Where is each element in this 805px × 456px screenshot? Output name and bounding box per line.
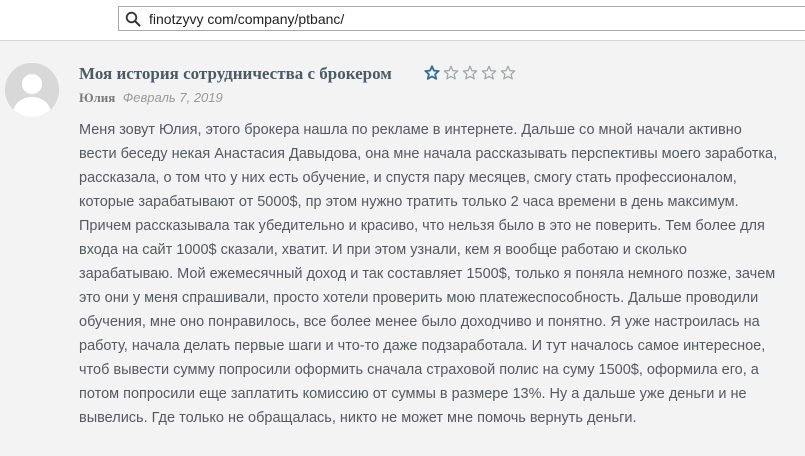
review-body-line: Меня зовут Юлия, этого брокера нашла по … <box>79 122 742 138</box>
review-meta: Юлия Февраль 7, 2019 <box>79 90 223 106</box>
review-body: Меня зовут Юлия, этого брокера нашла по … <box>79 118 797 430</box>
review-author: Юлия <box>79 90 116 105</box>
review-body-line: это они у меня спрашивали, просто хотели… <box>79 290 759 306</box>
search-icon <box>125 11 141 27</box>
review-body-line: Причем рассказывала так убедительно и кр… <box>79 218 765 234</box>
review-body-line: зарабатываю. Мой ежемесячный доход и так… <box>79 266 776 282</box>
star-empty-icon <box>481 65 497 80</box>
review-body-line: вести беседу некая Анастасия Давыдова, о… <box>79 146 778 162</box>
star-filled-icon <box>424 65 440 80</box>
review-date: Февраль 7, 2019 <box>122 90 223 105</box>
star-empty-icon <box>443 65 459 80</box>
avatar <box>5 63 59 117</box>
review-body-line: которые зарабатывают от 5000$, пр этом н… <box>79 194 739 210</box>
star-empty-icon <box>462 65 478 80</box>
review-body-line: вывелись. Где только не обращалась, никт… <box>79 410 637 426</box>
star-rating <box>424 65 516 83</box>
review-title: Моя история сотрудничества с брокером <box>79 64 392 83</box>
review-body-line: рассказала, о том что у них есть обучени… <box>79 170 737 186</box>
review-body-line: чтоб вывести сумму попросили оформить сн… <box>79 362 759 378</box>
address-bar[interactable]: finotzyvy com/company/ptbanc/ <box>118 6 805 31</box>
review-body-line: работу, начала делать первые шаги и что-… <box>79 338 766 354</box>
browser-toolbar: finotzyvy com/company/ptbanc/ <box>0 0 805 41</box>
address-bar-url[interactable]: finotzyvy com/company/ptbanc/ <box>149 11 344 27</box>
review-body-line: потом попросили еще заплатить комиссию о… <box>79 386 747 402</box>
user-avatar-icon <box>5 63 59 117</box>
star-empty-icon <box>500 65 516 80</box>
page: finotzyvy com/company/ptbanc/ Моя истори… <box>0 0 805 456</box>
review-body-line: обучения, мне оно понравилось, все более… <box>79 314 760 330</box>
review-body-line: входа на сайт 1000$ сказали, хватит. И п… <box>79 242 687 258</box>
